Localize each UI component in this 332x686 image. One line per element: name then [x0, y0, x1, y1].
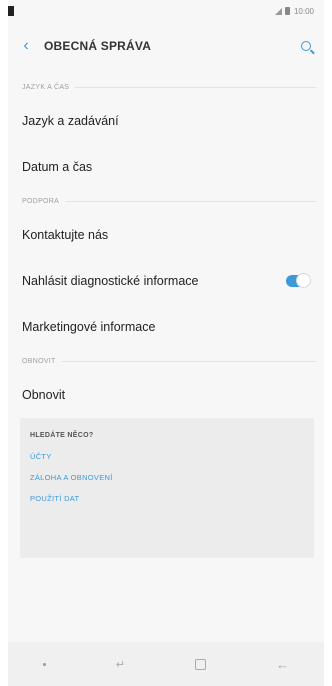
back-arrow-icon[interactable]: ← — [276, 657, 289, 672]
status-time: 10:00 — [293, 6, 314, 16]
divider — [65, 200, 316, 202]
list-item-diagnostics[interactable]: Nahlásit diagnostické informace — [8, 258, 324, 304]
home-icon[interactable] — [195, 658, 207, 670]
settings-list: JAZYK A ČAS Jazyk a zadávání Datum a čas… — [8, 76, 324, 418]
suggestion-link-accounts[interactable]: ÚČTY — [30, 452, 304, 461]
item-label: Obnovit — [22, 388, 66, 402]
section-header-reset: OBNOVIT — [8, 350, 324, 372]
section-header-support: PODPORA — [8, 190, 324, 212]
signal-icon — [274, 7, 282, 15]
recent-apps-icon[interactable]: ↵ — [116, 658, 125, 671]
system-icons — [274, 7, 290, 15]
search-icon — [301, 41, 311, 51]
item-label: Jazyk a zadávání — [22, 114, 119, 128]
item-label: Datum a čas — [22, 160, 93, 174]
list-item-contact-us[interactable]: Kontaktujte nás — [8, 212, 324, 258]
list-item-date-time[interactable]: Datum a čas — [8, 144, 324, 190]
battery-icon — [284, 7, 290, 15]
chevron-left-icon: ‹ — [23, 37, 29, 54]
suggestion-link-data-usage[interactable]: POUŽITÍ DAT — [30, 494, 304, 503]
notification-indicator — [8, 6, 14, 16]
list-item-marketing[interactable]: Marketingové informace — [8, 304, 324, 350]
settings-screen: 10:00 ‹ OBECNÁ SPRÁVA JAZYK A ČAS Jazyk … — [8, 0, 324, 686]
navigation-bar: ↵ ← — [8, 642, 324, 686]
toggle-knob — [296, 273, 311, 288]
back-button[interactable]: ‹ — [8, 30, 44, 62]
app-bar: ‹ OBECNÁ SPRÁVA — [8, 30, 324, 62]
divider — [75, 86, 316, 88]
nav-dot-icon[interactable] — [42, 662, 46, 666]
suggestion-link-backup-restore[interactable]: ZÁLOHA A OBNOVENÍ — [30, 473, 304, 482]
item-label: Nahlásit diagnostické informace — [22, 274, 199, 288]
page-title: OBECNÁ SPRÁVA — [44, 39, 152, 53]
status-bar: 10:00 — [8, 0, 324, 22]
item-label: Marketingové informace — [22, 320, 156, 334]
suggestions-card: HLEDÁTE NĚCO? ÚČTY ZÁLOHA A OBNOVENÍ POU… — [20, 418, 314, 558]
search-button[interactable] — [288, 30, 324, 62]
list-item-language-input[interactable]: Jazyk a zadávání — [8, 98, 324, 144]
diagnostics-toggle[interactable] — [286, 273, 311, 288]
suggestions-title: HLEDÁTE NĚCO? — [30, 432, 94, 439]
section-header-language: JAZYK A ČAS — [8, 76, 324, 98]
item-label: Kontaktujte nás — [22, 228, 109, 242]
list-item-reset[interactable]: Obnovit — [8, 372, 324, 418]
divider — [61, 360, 316, 362]
